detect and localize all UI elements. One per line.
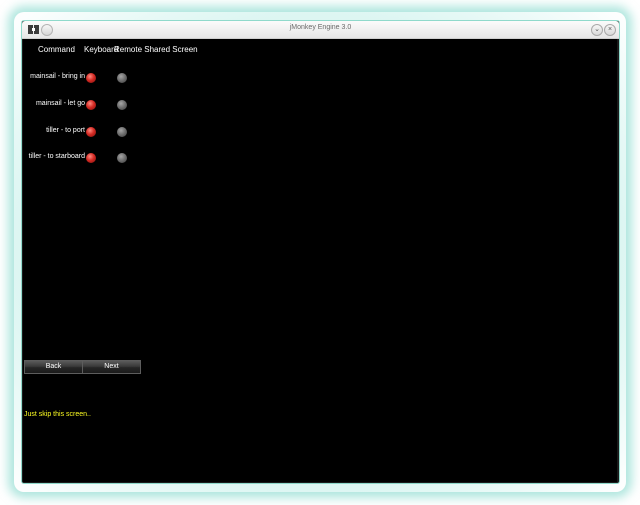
command-label: tiller - to starboard <box>28 153 85 160</box>
remote-binding-radio[interactable] <box>117 73 127 83</box>
minimize-icon[interactable]: ⌄ <box>591 24 603 36</box>
command-label: tiller - to port <box>46 127 85 134</box>
app-window: jMonkey Engine 3.0 ⌄ × Command Keyboard … <box>21 20 620 484</box>
keyboard-binding-radio[interactable] <box>86 100 96 110</box>
command-label: mainsail - let go <box>35 100 85 107</box>
keyboard-binding-radio[interactable] <box>86 153 96 163</box>
remote-binding-radio[interactable] <box>117 100 127 110</box>
header-remote-shared-screen: Remote Shared Screen <box>114 45 198 54</box>
title-bar[interactable]: jMonkey Engine 3.0 ⌄ × <box>22 21 619 39</box>
remote-binding-radio[interactable] <box>117 153 127 163</box>
keyboard-binding-radio[interactable] <box>86 73 96 83</box>
skip-hint-text: Just skip this screen.. <box>24 411 91 418</box>
remote-binding-radio[interactable] <box>117 127 127 137</box>
next-button[interactable]: Next <box>82 360 141 374</box>
close-icon[interactable]: × <box>604 24 616 36</box>
game-canvas: Command Keyboard Remote Shared Screen ma… <box>23 39 617 482</box>
keyboard-binding-radio[interactable] <box>86 127 96 137</box>
command-label: mainsail - bring in <box>30 73 85 80</box>
header-command: Command <box>38 45 75 54</box>
back-button[interactable]: Back <box>24 360 83 374</box>
window-title: jMonkey Engine 3.0 <box>289 24 352 31</box>
